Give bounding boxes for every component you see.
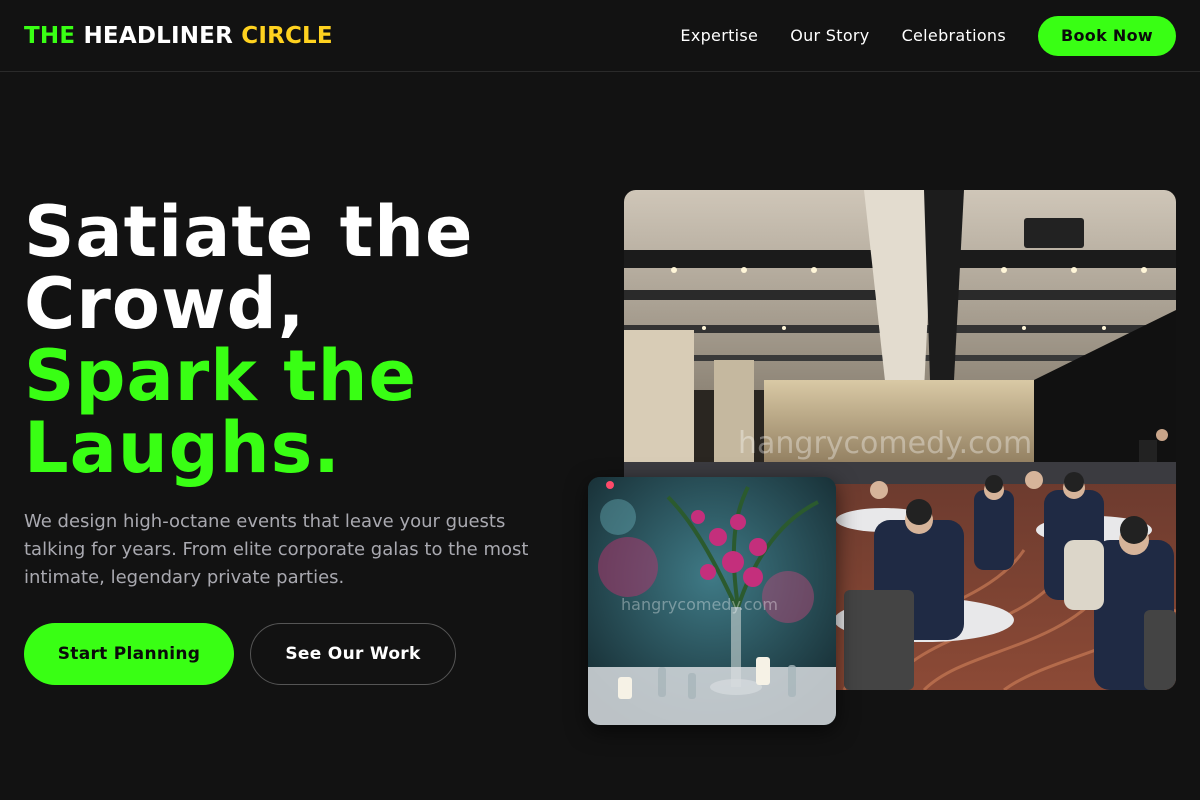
small-photo-watermark: hangrycomedy.com: [621, 595, 778, 614]
start-planning-button[interactable]: Start Planning: [24, 623, 234, 685]
headline-line-2: Crowd,: [24, 263, 306, 345]
site-header: THE HEADLINER CIRCLE Expertise Our Story…: [0, 0, 1200, 72]
nav-link-our-story[interactable]: Our Story: [790, 26, 869, 45]
headline-line-3: Spark the: [24, 335, 417, 417]
see-our-work-button[interactable]: See Our Work: [250, 623, 456, 685]
main-photo-watermark: hangrycomedy.com: [738, 426, 1033, 461]
nav-link-expertise[interactable]: Expertise: [680, 26, 758, 45]
headline-line-1: Satiate the: [24, 191, 474, 273]
floral-table-photo: hangrycomedy.com: [588, 477, 836, 725]
hero-headline: Satiate the Crowd, Spark the Laughs.: [24, 196, 473, 484]
headline-line-4: Laughs.: [24, 407, 341, 489]
brand-logo[interactable]: THE HEADLINER CIRCLE: [24, 23, 333, 49]
logo-word-circle: CIRCLE: [241, 22, 333, 49]
book-now-button[interactable]: Book Now: [1038, 15, 1176, 56]
hero-description: We design high-octane events that leave …: [24, 511, 529, 588]
nav-link-celebrations[interactable]: Celebrations: [902, 26, 1006, 45]
main-nav: Expertise Our Story Celebrations Book No…: [680, 15, 1176, 56]
logo-word-the: THE: [24, 22, 76, 49]
logo-word-headliner: HEADLINER: [83, 22, 234, 49]
